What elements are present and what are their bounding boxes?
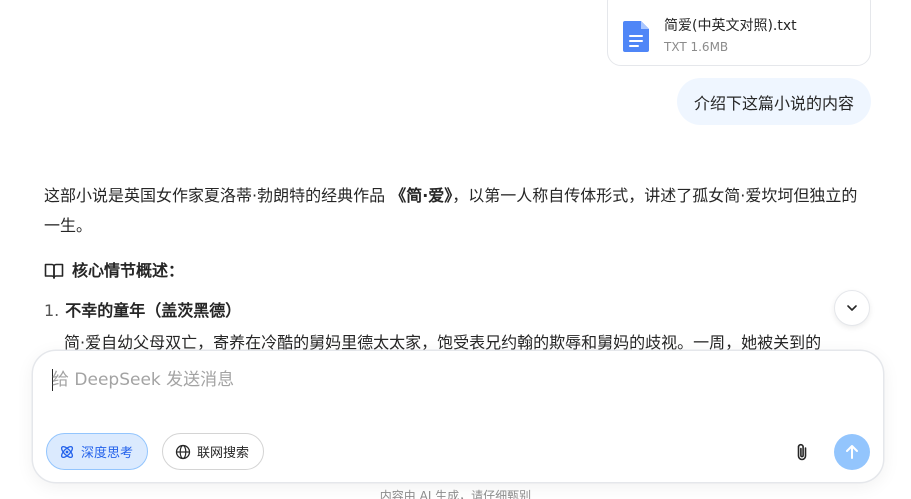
web-search-toggle[interactable]: 联网搜索: [162, 433, 265, 470]
document-icon: [623, 21, 649, 52]
section-heading: 核心情节概述：: [44, 259, 866, 283]
deep-think-label: 深度思考: [81, 446, 134, 461]
atom-icon: [60, 445, 74, 458]
answer-intro: 这部小说是英国女作家夏洛蒂·勃朗特的经典作品 《简·爱》，以第一人称自传体形式，…: [44, 181, 866, 241]
scroll-to-bottom-button[interactable]: [834, 290, 870, 326]
arrow-up-icon: [846, 445, 858, 459]
book-title: 《简·爱》: [390, 186, 453, 205]
list-item-number: 1.: [44, 301, 60, 320]
file-attachment-card[interactable]: 简爱(中英文对照).txt TXT 1.6MB: [607, 0, 871, 66]
chevron-down-icon: [847, 305, 857, 311]
globe-icon: [175, 444, 191, 459]
section-heading-text: 核心情节概述：: [72, 261, 185, 280]
list-item-title: 不幸的童年（盖茨黑德）: [65, 301, 242, 320]
list-item: 1. 不幸的童年（盖茨黑德）: [44, 299, 866, 323]
assistant-answer: 这部小说是英国女作家夏洛蒂·勃朗特的经典作品 《简·爱》，以第一人称自传体形式，…: [44, 181, 866, 355]
chat-page: 简爱(中英文对照).txt TXT 1.6MB 介绍下这篇小说的内容 这部小说是…: [0, 0, 911, 499]
file-name: 简爱(中英文对照).txt: [664, 18, 797, 34]
file-size: TXT 1.6MB: [664, 40, 729, 54]
user-message-bubble: 介绍下这篇小说的内容: [676, 78, 871, 125]
message-composer: 深度思考 联网搜索: [32, 350, 884, 483]
attach-file-button[interactable]: [789, 439, 815, 465]
web-search-label: 联网搜索: [197, 446, 250, 461]
message-input[interactable]: [52, 367, 852, 393]
open-book-icon: [44, 263, 64, 279]
intro-text-before: 这部小说是英国女作家夏洛蒂·勃朗特的经典作品: [44, 186, 391, 205]
send-button[interactable]: [834, 434, 870, 470]
deep-think-toggle[interactable]: 深度思考: [46, 433, 149, 470]
paperclip-icon: [797, 443, 807, 461]
file-meta: 简爱(中英文对照).txt TXT 1.6MB: [664, 17, 797, 55]
ai-disclaimer: 内容由 AI 生成，请仔细甄别: [379, 489, 532, 499]
